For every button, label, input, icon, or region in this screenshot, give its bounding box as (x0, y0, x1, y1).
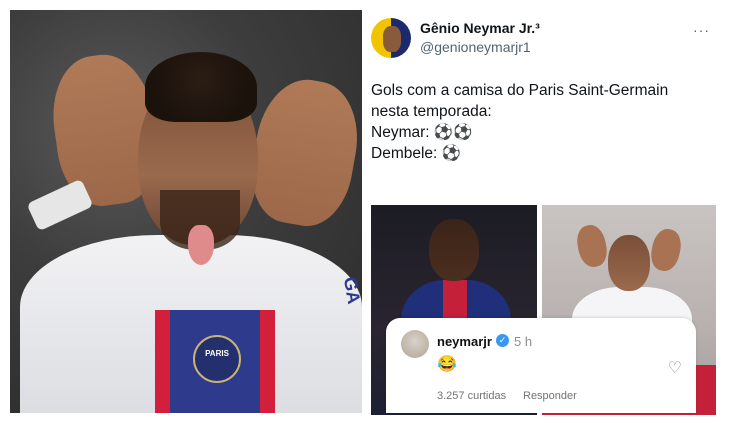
comment-text: 😂 (437, 356, 457, 373)
comment-overlay: neymarjr ✓ 5 h 😂 ♡ 3.257 curtidas Respon… (386, 318, 696, 413)
comment-username[interactable]: neymarjr (437, 334, 492, 349)
heart-icon[interactable]: ♡ (668, 358, 682, 378)
comment-time: 5 h (514, 334, 533, 349)
tweet-card: Gênio Neymar Jr.³ @genioneymarjr1 ··· Go… (368, 10, 720, 415)
user-handle[interactable]: @genioneymarjr1 (420, 39, 531, 55)
profile-avatar[interactable] (371, 18, 411, 58)
raised-hand-left (573, 222, 611, 270)
comment-avatar[interactable] (401, 330, 429, 358)
tweet-line: Neymar: ⚽⚽ (371, 124, 473, 141)
player-tongue (188, 225, 214, 265)
avatar-figure (383, 26, 401, 52)
player-head (608, 235, 650, 291)
tweet-line: Gols com a camisa do Paris Saint-Germain (371, 82, 669, 99)
like-count[interactable]: 3.257 curtidas (437, 390, 506, 402)
tweet-line: Dembele: ⚽ (371, 145, 461, 162)
wrist-wrap (26, 178, 94, 232)
tweet-text: Gols com a camisa do Paris Saint-Germain… (371, 80, 711, 164)
player-head (429, 219, 479, 281)
tweet-line: nesta temporada: (371, 103, 492, 120)
left-photo: PARIS GA (10, 10, 362, 413)
raised-hand-right (647, 226, 685, 274)
reply-button[interactable]: Responder (523, 390, 577, 402)
psg-crest-icon (193, 335, 241, 383)
more-options-icon[interactable]: ··· (693, 22, 710, 38)
display-name[interactable]: Gênio Neymar Jr.³ (420, 20, 540, 36)
sleeve-text: GA (339, 275, 362, 306)
player-hair (145, 52, 257, 122)
verified-badge-icon: ✓ (496, 334, 509, 347)
crest-text: PARIS (205, 349, 229, 358)
raised-hand-right (243, 72, 362, 233)
